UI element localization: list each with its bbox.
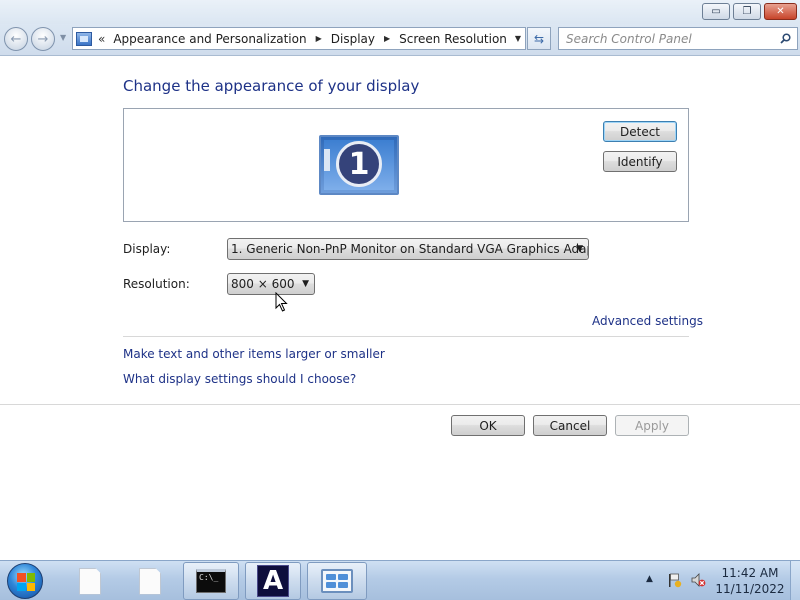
minimize-button[interactable]: ▭ — [702, 3, 730, 20]
control-panel-icon — [76, 31, 92, 46]
recent-pages-dropdown-icon[interactable]: ▼ — [60, 33, 66, 42]
speaker-muted-icon[interactable] — [690, 572, 706, 588]
show-hidden-icons-icon[interactable]: ▲ — [646, 574, 653, 584]
breadcrumb-screen-resolution[interactable]: Screen Resolution — [399, 32, 507, 46]
ok-button[interactable]: OK — [451, 415, 525, 436]
clock-time: 11:42 AM — [721, 566, 779, 580]
close-icon: ✕ — [776, 6, 785, 17]
refresh-button[interactable]: ⇆ — [527, 27, 551, 50]
show-desktop-button[interactable] — [790, 561, 800, 600]
resolution-select[interactable]: 800 × 600 ▼ — [227, 273, 315, 295]
taskbar-command-prompt[interactable]: C:\_ — [183, 562, 239, 600]
title-bar: ▭ ❐ ✕ — [0, 0, 800, 24]
taskbar-document-1[interactable] — [62, 562, 118, 600]
detect-button[interactable]: Detect — [603, 121, 677, 142]
mouse-cursor-icon — [275, 292, 288, 312]
identify-button[interactable]: Identify — [603, 151, 677, 172]
close-button[interactable]: ✕ — [764, 3, 797, 20]
monitor-number: 1 — [336, 141, 382, 187]
taskbar-document-2[interactable] — [122, 562, 178, 600]
overflow-chevron[interactable]: « — [98, 32, 105, 46]
back-arrow-icon: ← — [10, 31, 22, 47]
a-app-icon: A — [257, 565, 289, 597]
text-size-link[interactable]: Make text and other items larger or smal… — [123, 347, 385, 361]
navigation-bar: ← → ▼ « Appearance and Personalization ▶… — [0, 24, 800, 56]
resolution-label: Resolution: — [123, 277, 190, 291]
resolution-select-value: 800 × 600 — [231, 277, 295, 291]
chevron-down-icon: ▼ — [576, 244, 583, 254]
monitor-1-icon[interactable]: 1 — [319, 135, 399, 195]
system-clock[interactable]: 11:42 AM 11/11/2022 — [712, 565, 788, 597]
divider — [0, 404, 800, 405]
back-button[interactable]: ← — [4, 27, 28, 51]
document-icon — [139, 567, 161, 595]
breadcrumb-appearance[interactable]: Appearance and Personalization — [113, 32, 306, 46]
refresh-icon: ⇆ — [533, 31, 545, 46]
breadcrumb-display[interactable]: Display — [331, 32, 375, 46]
minimize-icon: ▭ — [711, 6, 721, 17]
breadcrumb-separator-icon[interactable]: ▶ — [316, 34, 322, 43]
apply-button[interactable]: Apply — [615, 415, 689, 436]
start-button[interactable] — [7, 563, 43, 599]
page-title: Change the appearance of your display — [123, 77, 420, 95]
document-icon — [79, 567, 101, 595]
display-settings-icon — [321, 569, 353, 593]
display-settings-help-link[interactable]: What display settings should I choose? — [123, 372, 356, 386]
command-prompt-icon: C:\_ — [196, 569, 226, 593]
search-placeholder: Search Control Panel — [566, 31, 692, 46]
forward-button[interactable]: → — [31, 27, 55, 51]
clock-date: 11/11/2022 — [715, 582, 785, 596]
divider — [123, 336, 689, 337]
taskbar-a-app[interactable]: A — [245, 562, 301, 600]
flag-icon[interactable] — [666, 572, 682, 588]
advanced-settings-link[interactable]: Advanced settings — [592, 314, 703, 328]
search-input[interactable]: Search Control Panel — [558, 27, 798, 50]
forward-arrow-icon: → — [37, 31, 49, 47]
maximize-icon: ❐ — [742, 6, 752, 17]
address-bar[interactable]: « Appearance and Personalization ▶ Displ… — [72, 27, 526, 50]
cancel-button[interactable]: Cancel — [533, 415, 607, 436]
address-dropdown-icon[interactable]: ▼ — [515, 34, 521, 43]
windows-logo-icon — [17, 573, 35, 591]
taskbar-display-settings[interactable] — [307, 562, 367, 600]
taskbar: C:\_ A ▲ 11:42 AM 11/11/2022 — [0, 560, 800, 600]
search-icon[interactable] — [780, 33, 791, 44]
display-select[interactable]: 1. Generic Non-PnP Monitor on Standard V… — [227, 238, 589, 260]
maximize-button[interactable]: ❐ — [733, 3, 761, 20]
display-label: Display: — [123, 242, 171, 256]
display-select-value: 1. Generic Non-PnP Monitor on Standard V… — [231, 242, 589, 256]
breadcrumb-separator-icon[interactable]: ▶ — [384, 34, 390, 43]
chevron-down-icon: ▼ — [302, 279, 309, 289]
